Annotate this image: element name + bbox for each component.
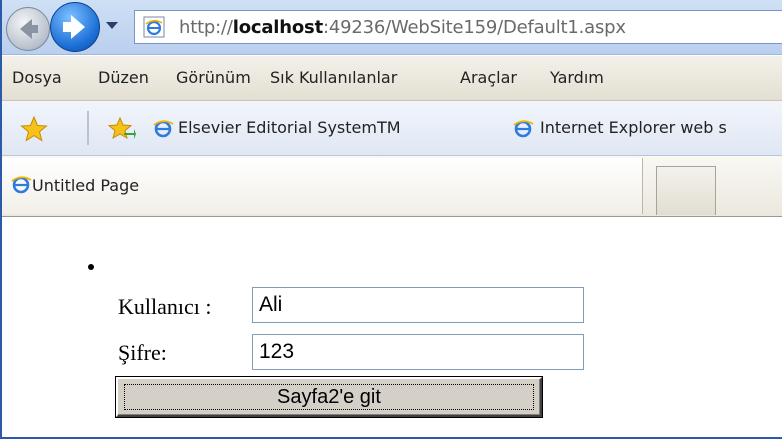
- menu-bar: Dosya Düzen Görünüm Sık Kullanılanlar Ar…: [2, 56, 782, 101]
- ie-page-icon: [143, 16, 165, 38]
- new-tab-button[interactable]: [656, 166, 716, 215]
- password-label: Şifre:: [118, 340, 167, 365]
- forward-arrow-icon: [63, 15, 85, 39]
- url-text: http://localhost:49236/WebSite159/Defaul…: [179, 17, 626, 38]
- tab-title: Untitled Page: [32, 176, 140, 195]
- username-input[interactable]: [252, 287, 584, 323]
- ie-page-icon: [153, 120, 174, 138]
- ie-page-icon: [11, 176, 32, 194]
- address-field[interactable]: http://localhost:49236/WebSite159/Defaul…: [134, 10, 782, 44]
- back-button[interactable]: [6, 7, 50, 51]
- toolbar-divider: [87, 111, 89, 145]
- tab-bar: Untitled Page: [2, 156, 782, 217]
- go-to-page2-button[interactable]: Sayfa2'e git: [116, 377, 542, 417]
- back-arrow-icon: [20, 19, 38, 39]
- list-bullet: [88, 264, 94, 270]
- menu-item-favorites[interactable]: Sık Kullanılanlar: [270, 68, 397, 87]
- add-favorite-icon[interactable]: [106, 115, 136, 143]
- chevron-down-icon[interactable]: [106, 22, 118, 30]
- browser-window: http://localhost:49236/WebSite159/Defaul…: [0, 0, 782, 439]
- button-label: Sayfa2'e git: [124, 384, 534, 410]
- favorite-link-ie-web[interactable]: Internet Explorer web s: [540, 118, 727, 137]
- tab-untitled-page[interactable]: Untitled Page: [2, 158, 643, 214]
- menu-item-gorunum[interactable]: Görünüm: [176, 68, 251, 87]
- menu-item-araclar[interactable]: Araçlar: [460, 68, 517, 87]
- ie-page-icon: [513, 120, 534, 138]
- address-toolbar: http://localhost:49236/WebSite159/Defaul…: [2, 0, 782, 55]
- favorites-bar: Elsevier Editorial SystemTM Internet Exp…: [2, 101, 782, 156]
- menu-item-duzen[interactable]: Düzen: [98, 68, 149, 87]
- star-icon[interactable]: [20, 115, 48, 143]
- username-label: Kullanıcı :: [118, 294, 212, 319]
- forward-button[interactable]: [50, 2, 100, 52]
- password-input[interactable]: [252, 334, 584, 370]
- menu-item-dosya[interactable]: Dosya: [12, 68, 62, 87]
- favorite-link-elsevier[interactable]: Elsevier Editorial SystemTM: [178, 118, 401, 137]
- menu-item-yardim[interactable]: Yardım: [550, 68, 604, 87]
